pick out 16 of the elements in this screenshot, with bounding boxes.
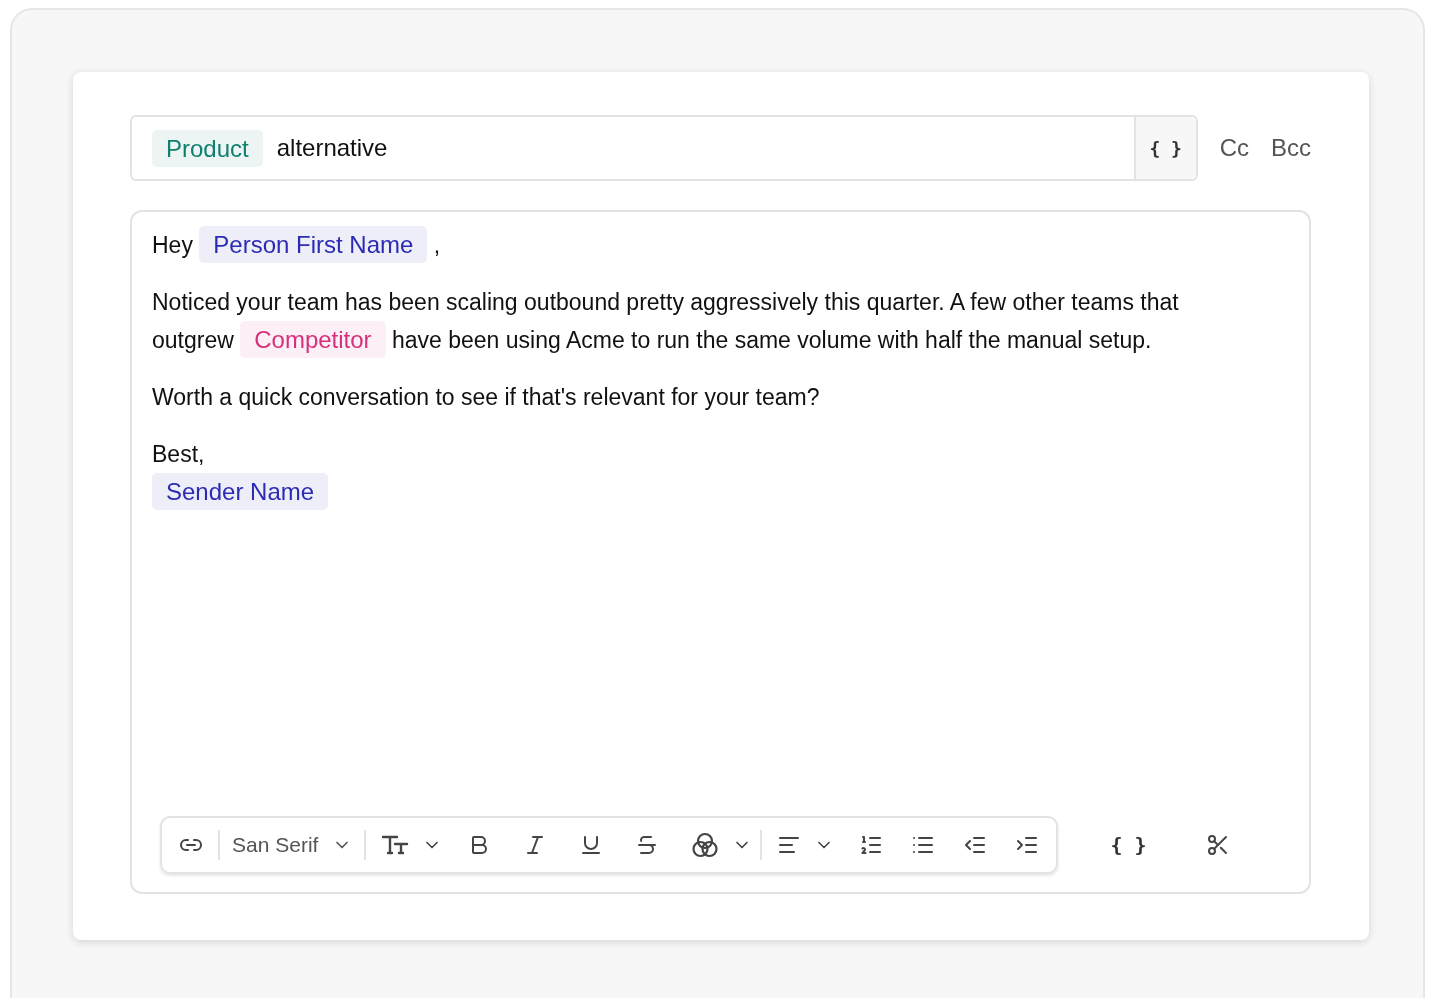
variable-tag[interactable]: Competitor <box>240 321 386 358</box>
variable-button[interactable]: { } <box>1100 829 1157 861</box>
recipient-button[interactable]: Bcc <box>1271 134 1311 162</box>
body-paragraph: Worth a quick conversation to see if that's relevant for your team? <box>152 383 821 412</box>
variable-button[interactable]: { } <box>1133 117 1196 179</box>
variable-tag[interactable]: Product <box>152 129 263 167</box>
variable-tag[interactable]: Person First Name <box>199 226 428 263</box>
subject-text: alternative <box>276 134 389 162</box>
font-dropdown[interactable]: San Serif <box>226 833 359 857</box>
body-paragraph: Noticed your team has been scaling outbound pretty aggressively this quarter. A few other teams that outgrew Competitor have been using Acme to run the same volume with half the manual setup. <box>152 284 1262 359</box>
variable-tag[interactable]: Sender Name <box>152 473 329 510</box>
body-editor[interactable] <box>130 210 1311 894</box>
body-paragraph: Hey Person First Name , <box>152 226 1262 264</box>
subject-field[interactable]: Product alternative { } <box>130 115 1198 181</box>
recipient-button[interactable]: Cc <box>1219 134 1249 162</box>
body-paragraph: Best, Sender Name <box>152 436 1262 511</box>
